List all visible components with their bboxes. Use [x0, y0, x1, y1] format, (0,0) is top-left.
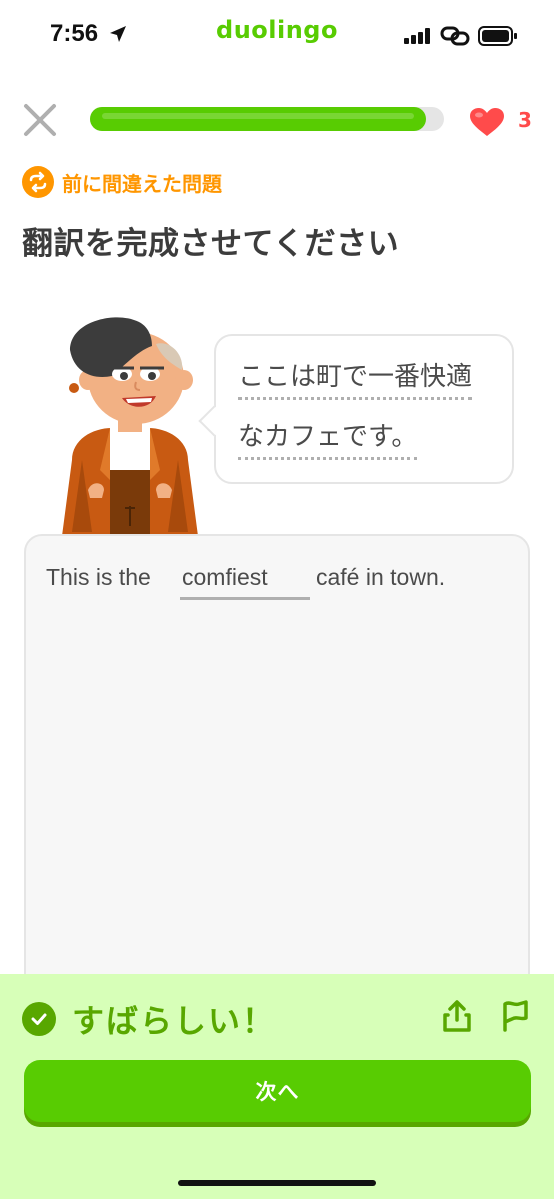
- battery-icon: [478, 26, 517, 46]
- repeat-icon: [22, 166, 54, 198]
- sentence-before-blank: This is the: [46, 564, 151, 590]
- app-brand: duolingo: [216, 16, 338, 44]
- progress-bar: [90, 107, 444, 131]
- feedback-message: すばらしい！: [72, 1002, 277, 1040]
- close-button[interactable]: [20, 100, 60, 140]
- answer-blank-input[interactable]: comfiest: [180, 556, 310, 600]
- report-button[interactable]: [498, 998, 532, 1034]
- next-button-label: 次へ: [255, 1080, 300, 1104]
- review-label: 前に間違えた問題: [62, 171, 222, 196]
- prompt-sentence-line-1[interactable]: ここは町で一番快適: [238, 356, 473, 400]
- home-indicator[interactable]: [178, 1180, 376, 1186]
- prompt-sentence-line-2[interactable]: なカフェです。: [238, 416, 418, 460]
- share-button[interactable]: [440, 998, 474, 1034]
- hearts-counter[interactable]: 3: [468, 104, 538, 138]
- hearts-count: 3: [518, 108, 532, 132]
- sentence-after-blank: café in town.: [316, 564, 446, 590]
- answer-box: This is the comfiest café in town.: [24, 534, 530, 1004]
- instruction-title: 翻訳を完成させてください: [22, 226, 400, 262]
- close-icon: [24, 104, 56, 136]
- feedback-panel: すばらしい！ 次へ: [0, 974, 554, 1199]
- next-button[interactable]: 次へ: [24, 1060, 531, 1122]
- link-icon: [440, 26, 470, 46]
- signal-icon: [404, 28, 430, 44]
- check-icon: [22, 1002, 56, 1036]
- speech-bubble: ここは町で一番快適 なカフェです。: [198, 334, 514, 484]
- progress-shine: [102, 113, 414, 119]
- flag-icon: [503, 1000, 528, 1032]
- heart-icon: [470, 108, 504, 136]
- answer-blank-text: comfiest: [182, 564, 268, 590]
- review-tag: 前に間違えた問題: [22, 166, 222, 198]
- progress-fill: [90, 107, 426, 131]
- character-illustration: [52, 310, 208, 536]
- share-icon: [443, 1000, 471, 1032]
- status-bar: 7:56 duolingo: [0, 0, 554, 70]
